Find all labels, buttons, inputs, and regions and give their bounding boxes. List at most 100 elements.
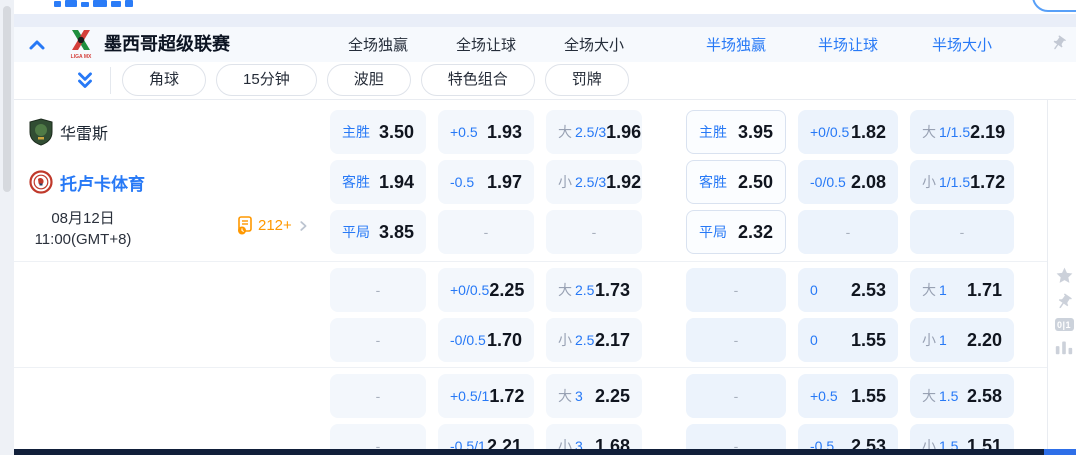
- odds-cell-empty[interactable]: -: [686, 374, 786, 418]
- odds-cell-empty[interactable]: -: [330, 318, 426, 362]
- odds-cell-empty[interactable]: -: [330, 374, 426, 418]
- odds-label-group: 大2.5/3: [558, 122, 606, 142]
- clipped-top-button[interactable]: [1032, 0, 1076, 12]
- odds-format-label: 0|1: [1057, 320, 1071, 330]
- odds-label-group: -0.5: [450, 174, 474, 190]
- tab-pill[interactable]: 罚牌: [545, 64, 629, 96]
- odds-cell[interactable]: +0.51.55: [798, 374, 898, 418]
- odds-cell[interactable]: 大1/1.52.19: [910, 110, 1014, 154]
- odds-cell[interactable]: 大11.71: [910, 268, 1014, 312]
- column-header[interactable]: 全场大小: [546, 34, 642, 55]
- match-date: 08月12日: [20, 208, 146, 229]
- odds-row: 主胜3.50 +0.51.93 大2.5/31.96 主胜3.95 +0/0.51.82…: [330, 110, 1014, 154]
- odds-cell[interactable]: -0.51.97: [438, 160, 534, 204]
- odds-label-group: 客胜: [699, 172, 727, 192]
- odds-handicap-label: 2.5: [575, 282, 594, 298]
- home-team-name[interactable]: 华雷斯: [60, 120, 108, 144]
- odds-cell[interactable]: 小1/1.51.72: [910, 160, 1014, 204]
- odds-cell-empty[interactable]: -: [438, 210, 534, 254]
- tab-pill[interactable]: 角球: [122, 64, 206, 96]
- odds-handicap-label: 1/1.5: [939, 174, 970, 190]
- league-title[interactable]: 墨西哥超级联赛: [104, 27, 230, 62]
- odds-cell[interactable]: 大2.5/31.96: [546, 110, 642, 154]
- league-logo: LIGA MX: [66, 28, 96, 61]
- odds-label-group: 主胜: [699, 122, 727, 142]
- odds-cell[interactable]: 客胜1.94: [330, 160, 426, 204]
- away-team-row[interactable]: 托卢卡体育: [14, 160, 145, 204]
- odds-value: 1.96: [606, 122, 641, 143]
- double-chevron-down-icon: [74, 70, 96, 92]
- odds-cell[interactable]: 平局2.32: [686, 210, 786, 254]
- odds-format-toggle[interactable]: 0|1: [1055, 318, 1074, 331]
- markets-count-button[interactable]: 212+: [236, 216, 310, 235]
- empty-odds-dash: -: [376, 388, 381, 404]
- collapse-league-button[interactable]: [26, 35, 50, 55]
- odds-cell[interactable]: +0/0.51.82: [798, 110, 898, 154]
- odds-cell[interactable]: +0.51.93: [438, 110, 534, 154]
- odds-value: 2.50: [738, 172, 773, 193]
- bottom-bar-dark-segment: [14, 449, 1044, 455]
- favorite-star-icon[interactable]: [1054, 266, 1075, 286]
- clipped-top-bar: [14, 0, 1076, 14]
- odds-cell[interactable]: +0.5/11.72: [438, 374, 534, 418]
- odds-cell[interactable]: 大1.52.58: [910, 374, 1014, 418]
- odds-cell-empty[interactable]: -: [546, 210, 642, 254]
- odds-cell[interactable]: 主胜3.50: [330, 110, 426, 154]
- left-scrollbar-track[interactable]: [0, 0, 14, 455]
- odds-cell[interactable]: 小12.20: [910, 318, 1014, 362]
- odds-cell[interactable]: 大32.25: [546, 374, 642, 418]
- column-header[interactable]: 半场独赢: [686, 34, 786, 55]
- odds-value: 2.19: [970, 122, 1005, 143]
- odds-selection-label: 大: [922, 122, 936, 142]
- odds-selection-label: 小: [558, 172, 572, 192]
- odds-label-group: -0/0.5: [810, 174, 846, 190]
- odds-value: 1.82: [851, 122, 886, 143]
- odds-cell-empty[interactable]: -: [686, 268, 786, 312]
- markets-list-icon: [236, 216, 254, 235]
- odds-cell[interactable]: 小2.5/31.92: [546, 160, 642, 204]
- odds-cell[interactable]: 大2.51.73: [546, 268, 642, 312]
- odds-label-group: -0/0.5: [450, 332, 486, 348]
- odds-cell[interactable]: +0/0.52.25: [438, 268, 534, 312]
- column-header[interactable]: 全场独赢: [330, 34, 426, 55]
- odds-cell-empty[interactable]: -: [910, 210, 1014, 254]
- home-team-row[interactable]: 华雷斯: [14, 110, 108, 154]
- odds-cell-empty[interactable]: -: [330, 268, 426, 312]
- odds-cell[interactable]: 客胜 2.50: [686, 160, 786, 204]
- pin-icon[interactable]: [1050, 35, 1067, 52]
- odds-cell-empty[interactable]: -: [686, 318, 786, 362]
- expand-more-markets-button[interactable]: [74, 70, 96, 92]
- odds-cell[interactable]: 主胜3.95: [686, 110, 786, 154]
- odds-cell-empty[interactable]: -: [798, 210, 898, 254]
- tab-pill[interactable]: 波胆: [327, 64, 411, 96]
- column-header[interactable]: 半场大小: [910, 34, 1014, 55]
- odds-cell[interactable]: 小2.52.17: [546, 318, 642, 362]
- scrollbar-thumb[interactable]: [3, 6, 11, 192]
- odds-cell[interactable]: 01.55: [798, 318, 898, 362]
- odds-cell[interactable]: -0/0.52.08: [798, 160, 898, 204]
- odds-selection-label: 小: [922, 172, 936, 192]
- odds-selection-label: 大: [558, 122, 572, 142]
- odds-label-group: +0/0.5: [810, 124, 849, 140]
- tab-pill[interactable]: 特色组合: [421, 64, 535, 96]
- odds-label-group: 小1: [922, 330, 947, 350]
- odds-label-group: 小2.5: [558, 330, 594, 350]
- away-team-name[interactable]: 托卢卡体育: [60, 170, 145, 195]
- tab-pill[interactable]: 15分钟: [216, 64, 317, 96]
- odds-label-group: 0: [810, 332, 818, 348]
- odds-handicap-label: +0.5: [810, 388, 838, 404]
- odds-label-group: 客胜: [342, 172, 370, 192]
- tabs-divider: [110, 67, 111, 94]
- section-divider: [14, 367, 1048, 368]
- odds-cell[interactable]: 02.53: [798, 268, 898, 312]
- odds-handicap-label: 1.5: [939, 388, 958, 404]
- rail-pin-icon[interactable]: [1055, 293, 1073, 311]
- odds-value: 1.72: [489, 386, 524, 407]
- odds-selection-label: 客胜: [342, 172, 370, 192]
- odds-cell[interactable]: -0/0.51.70: [438, 318, 534, 362]
- stats-chart-icon[interactable]: [1054, 338, 1074, 356]
- column-header[interactable]: 全场让球: [438, 34, 534, 55]
- odds-cell[interactable]: 平局3.85: [330, 210, 426, 254]
- column-header[interactable]: 半场让球: [798, 34, 898, 55]
- odds-value: 1.92: [606, 172, 641, 193]
